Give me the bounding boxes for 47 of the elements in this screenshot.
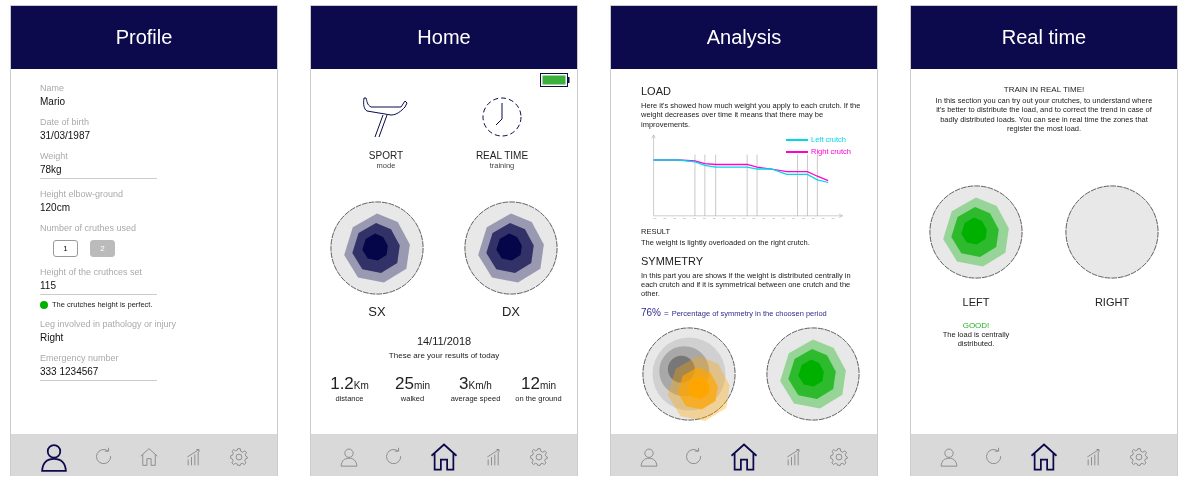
map-label: RIGHT (1094, 295, 1130, 308)
screen-title: Profile (115, 26, 173, 49)
home-tab[interactable] (729, 442, 759, 472)
field-value: 31/03/1987 (40, 130, 92, 141)
settings-tab[interactable] (228, 447, 249, 467)
option-button[interactable]: 1 (53, 240, 78, 257)
settings-tab[interactable] (1128, 447, 1149, 467)
map-label: SX (368, 304, 386, 319)
stat-value: 25min (394, 374, 430, 394)
input-field[interactable]: 333 1234567 (40, 366, 157, 381)
field-value: 120cm (40, 202, 71, 213)
section-heading: SYMMETRY (641, 254, 705, 267)
field-label: Date of birth (40, 117, 91, 127)
field-label: Leg involved in pathology or injury (40, 319, 178, 329)
settings-tab[interactable] (828, 447, 849, 467)
date-text: 14/11/2018 (416, 335, 472, 347)
field-label: Emergency number (40, 353, 120, 363)
stat-value: 12min (520, 374, 556, 394)
settings-tab[interactable] (528, 447, 549, 467)
field-label: Number of cruthes used (40, 223, 138, 233)
verdict-text: GOOD! (962, 320, 990, 330)
screen-title: Analysis (706, 26, 782, 49)
stat-value: 1.2Km (330, 374, 369, 394)
field-value: Mario (40, 96, 66, 107)
mode-title: SPORT (368, 150, 404, 161)
field-label: Weight (40, 151, 69, 161)
profile-tab[interactable] (39, 442, 70, 472)
input-field[interactable]: 115 (40, 280, 157, 295)
field-label: Height elbow-ground (40, 189, 125, 199)
field-label: Height of the cruthces set (40, 267, 144, 277)
home-tab[interactable] (429, 442, 459, 472)
results-caption: These are your results of today (388, 351, 500, 360)
home-tab[interactable] (1029, 442, 1059, 472)
map-label: DX (501, 304, 521, 319)
screen-title: Real time (1001, 26, 1087, 49)
field-label: Name (40, 83, 65, 93)
stat-value: 3Km/h (459, 374, 492, 394)
map-label: LEFT (962, 295, 990, 308)
symmetry-value: 76% (641, 306, 661, 318)
mode-title: REAL TIME (475, 150, 529, 161)
field-value: Right (40, 332, 65, 343)
battery-icon (540, 73, 570, 87)
equals-sign: = (664, 308, 669, 318)
screen-title: Home (417, 26, 471, 49)
section-heading: TRAIN IN REAL TIME! (1003, 85, 1085, 94)
section-heading: LOAD (641, 85, 672, 97)
input-field[interactable]: 78kg (40, 164, 157, 179)
